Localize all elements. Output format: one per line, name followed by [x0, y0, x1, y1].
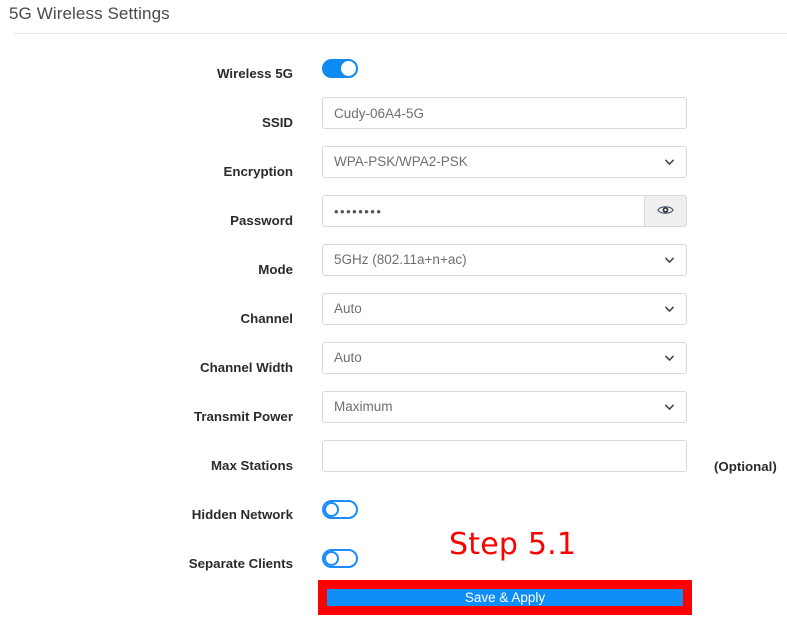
mode-select[interactable]: 5GHz (802.11a+n+ac) — [322, 244, 687, 276]
row-encryption: Encryption WPA-PSK/WPA2-PSK — [0, 146, 787, 195]
password-group — [322, 195, 687, 227]
ssid-input[interactable] — [322, 97, 687, 129]
channel-width-select-value: Auto — [334, 350, 362, 365]
save-and-apply-button[interactable]: Save & Apply — [327, 589, 683, 606]
row-password: Password — [0, 195, 787, 244]
page-header: 5G Wireless Settings — [0, 0, 787, 32]
control-max-stations — [322, 440, 687, 472]
header-divider — [14, 33, 787, 34]
row-ssid: SSID — [0, 97, 787, 146]
label-encryption: Encryption — [223, 164, 293, 179]
toggle-knob — [341, 61, 356, 76]
transmit-power-select[interactable]: Maximum — [322, 391, 687, 423]
channel-width-select[interactable]: Auto — [322, 342, 687, 374]
chevron-down-icon — [664, 255, 675, 266]
row-max-stations: Max Stations (Optional) — [0, 440, 787, 489]
toggle-knob — [324, 551, 339, 566]
password-visibility-button[interactable] — [644, 195, 687, 227]
label-mode: Mode — [258, 262, 293, 277]
wireless-settings-form: Wireless 5G SSID Encryption WPA-PSK/WPA2… — [0, 48, 787, 587]
chevron-down-icon — [664, 304, 675, 315]
control-ssid — [322, 97, 687, 129]
step-annotation: Step 5.1 — [449, 527, 577, 562]
channel-select[interactable]: Auto — [322, 293, 687, 325]
control-mode: 5GHz (802.11a+n+ac) — [322, 244, 687, 276]
label-max-stations: Max Stations — [210, 458, 293, 473]
max-stations-input[interactable] — [322, 440, 687, 472]
row-channel-width: Channel Width Auto — [0, 342, 787, 391]
chevron-down-icon — [664, 353, 675, 364]
row-mode: Mode 5GHz (802.11a+n+ac) — [0, 244, 787, 293]
control-channel: Auto — [322, 293, 687, 325]
label-ssid: SSID — [261, 115, 293, 130]
row-hidden-network: Hidden Network — [0, 489, 787, 538]
label-wireless-5g: Wireless 5G — [216, 66, 293, 81]
toggle-separate-clients[interactable] — [322, 549, 358, 568]
control-channel-width: Auto — [322, 342, 687, 374]
chevron-down-icon — [664, 157, 675, 168]
label-transmit-power: Transmit Power — [193, 409, 293, 424]
row-wireless-5g: Wireless 5G — [0, 48, 787, 97]
password-input[interactable] — [322, 195, 644, 227]
encryption-select[interactable]: WPA-PSK/WPA2-PSK — [322, 146, 687, 178]
toggle-wireless-5g[interactable] — [322, 59, 358, 78]
max-stations-optional-hint: (Optional) — [714, 459, 777, 474]
chevron-down-icon — [664, 402, 675, 413]
toggle-knob — [324, 502, 339, 517]
page-title: 5G Wireless Settings — [9, 4, 170, 23]
control-transmit-power: Maximum — [322, 391, 687, 423]
label-channel: Channel — [240, 311, 293, 326]
mode-select-value: 5GHz (802.11a+n+ac) — [334, 252, 467, 267]
toggle-hidden-network[interactable] — [322, 500, 358, 519]
label-hidden-network: Hidden Network — [191, 507, 293, 522]
label-separate-clients: Separate Clients — [188, 556, 293, 571]
label-password: Password — [230, 213, 293, 228]
label-channel-width: Channel Width — [200, 360, 293, 375]
encryption-select-value: WPA-PSK/WPA2-PSK — [334, 154, 468, 169]
transmit-power-select-value: Maximum — [334, 399, 393, 414]
row-transmit-power: Transmit Power Maximum — [0, 391, 787, 440]
control-encryption: WPA-PSK/WPA2-PSK — [322, 146, 687, 178]
row-channel: Channel Auto — [0, 293, 787, 342]
control-password — [322, 195, 687, 227]
eye-icon — [657, 204, 674, 219]
channel-select-value: Auto — [334, 301, 362, 316]
